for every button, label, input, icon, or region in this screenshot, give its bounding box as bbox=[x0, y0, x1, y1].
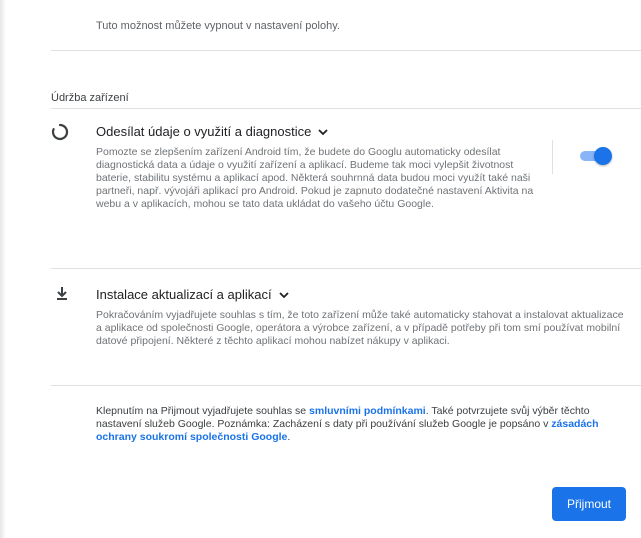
consent-text: Klepnutím na Přijmout vyjadřujete souhla… bbox=[96, 405, 626, 444]
panel-edge-shadow bbox=[0, 0, 6, 538]
section-divider bbox=[51, 50, 641, 51]
toggle-separator bbox=[552, 140, 553, 174]
row-divider bbox=[51, 268, 641, 269]
consent-text-part: . bbox=[287, 431, 291, 443]
accept-button[interactable]: Přijmout bbox=[552, 487, 626, 521]
section-title-device-maintenance: Údržba zařízení bbox=[51, 92, 129, 104]
updates-title[interactable]: Instalace aktualizací a aplikací bbox=[96, 287, 290, 302]
loading-circle-icon bbox=[50, 122, 70, 142]
diagnostics-title-label: Odesílat údaje o využití a diagnostice bbox=[96, 124, 312, 139]
updates-description: Pokračováním vyjadřujete souhlas s tím, … bbox=[96, 309, 624, 347]
setup-settings-page: Tuto možnost můžete vypnout v nastavení … bbox=[0, 0, 641, 538]
toggle-thumb bbox=[594, 147, 612, 165]
download-icon bbox=[52, 284, 72, 304]
terms-link[interactable]: smluvními podmínkami bbox=[309, 405, 426, 417]
location-settings-note: Tuto možnost můžete vypnout v nastavení … bbox=[96, 20, 340, 32]
diagnostics-toggle[interactable] bbox=[576, 147, 612, 165]
chevron-down-icon bbox=[278, 291, 289, 298]
diagnostics-title[interactable]: Odesílat údaje o využití a diagnostice bbox=[96, 124, 329, 139]
diagnostics-description: Pomozte se zlepšením zařízení Android tí… bbox=[96, 146, 534, 210]
consent-text-part: Klepnutím na Přijmout vyjadřujete souhla… bbox=[96, 405, 310, 417]
row-divider bbox=[51, 385, 641, 386]
section-title-divider bbox=[51, 108, 641, 109]
chevron-down-icon bbox=[318, 128, 328, 135]
updates-title-label: Instalace aktualizací a aplikací bbox=[96, 287, 272, 302]
